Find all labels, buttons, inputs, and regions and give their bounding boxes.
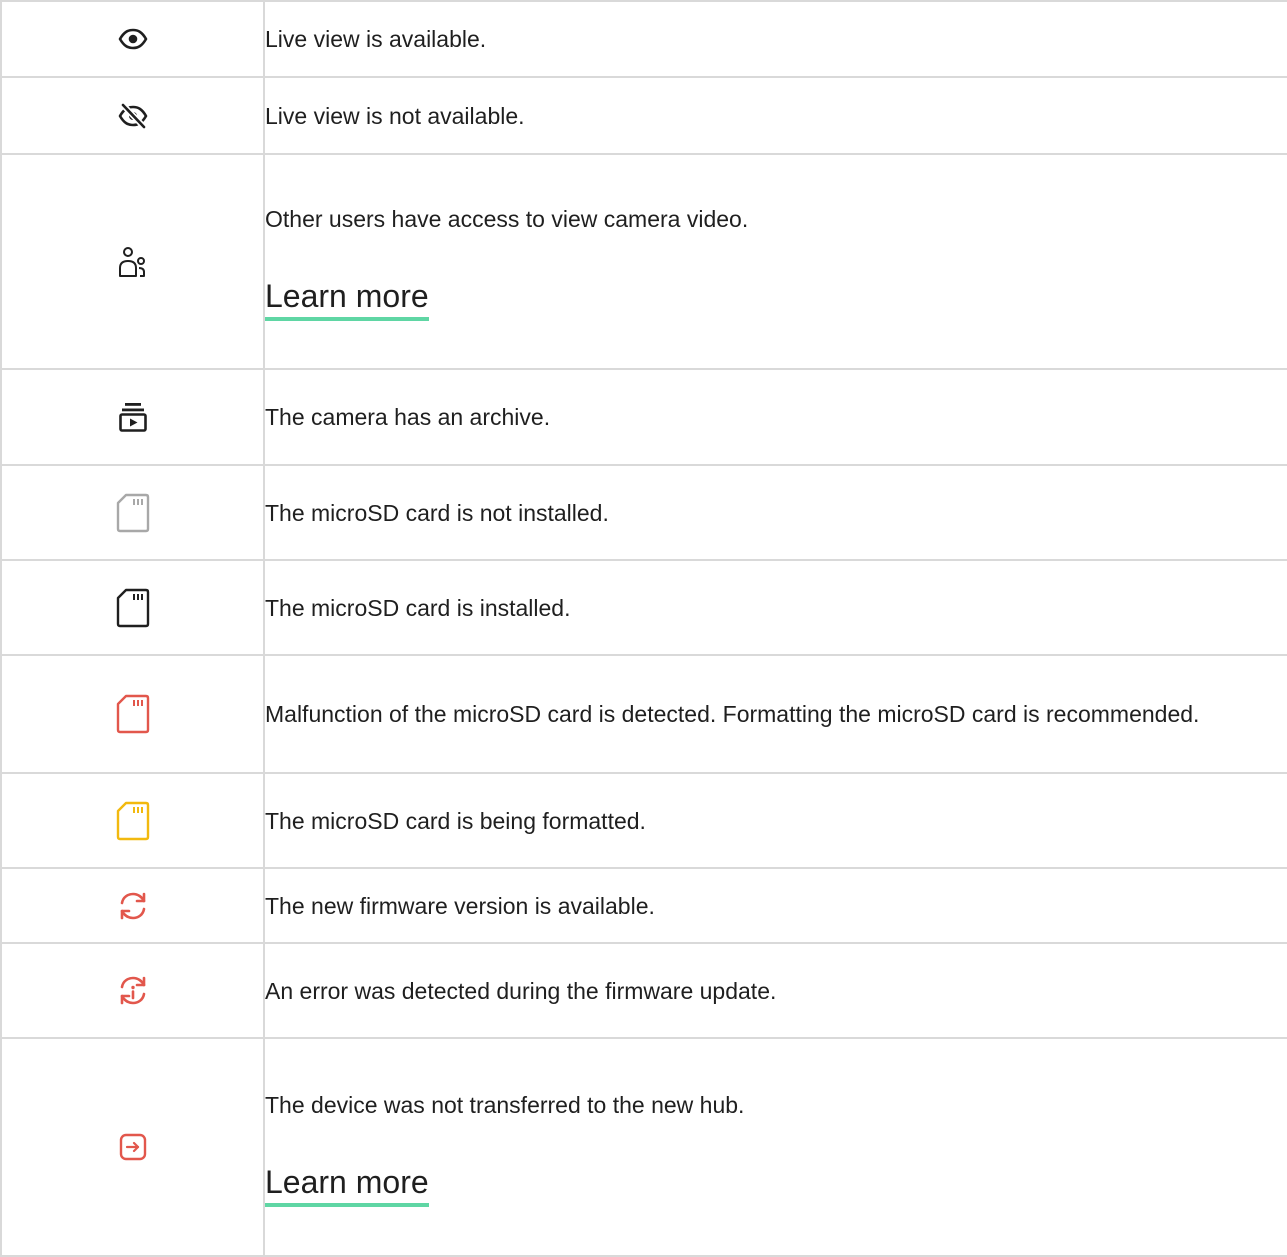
description-text: Live view is available. bbox=[265, 26, 487, 52]
description-cell: The microSD card is not installed. bbox=[263, 464, 1287, 561]
sd-card-black-icon bbox=[116, 588, 150, 628]
icon-cell bbox=[0, 559, 265, 656]
table-row: Malfunction of the microSD card is detec… bbox=[0, 654, 1287, 774]
description-text: The microSD card is being formatted. bbox=[265, 807, 646, 834]
description-cell: An error was detected during the firmwar… bbox=[263, 942, 1287, 1039]
description-text: The device was not transferred to the ne… bbox=[265, 1091, 745, 1118]
description-cell: The microSD card is installed. bbox=[263, 559, 1287, 656]
sd-card-gray-icon bbox=[116, 493, 150, 533]
table-row: The microSD card is being formatted. bbox=[0, 772, 1287, 869]
description-text: The camera has an archive. bbox=[265, 404, 551, 430]
update-error-icon bbox=[117, 975, 149, 1007]
description-cell: Other users have access to view camera v… bbox=[263, 153, 1287, 370]
icon-cell bbox=[0, 464, 265, 561]
description-cell: The microSD card is being formatted. bbox=[263, 772, 1287, 869]
icon-cell bbox=[0, 76, 265, 155]
description-cell: The device was not transferred to the ne… bbox=[263, 1037, 1287, 1257]
eye-off-icon bbox=[118, 102, 148, 130]
description-cell: Live view is not available. bbox=[263, 76, 1287, 155]
users-icon bbox=[118, 246, 147, 278]
archive-icon bbox=[118, 402, 147, 432]
transfer-icon bbox=[119, 1133, 147, 1161]
icon-cell bbox=[0, 1037, 265, 1257]
table-row: Live view is not available. bbox=[0, 76, 1287, 155]
table-row: An error was detected during the firmwar… bbox=[0, 942, 1287, 1039]
description-cell: Malfunction of the microSD card is detec… bbox=[263, 654, 1287, 774]
icon-cell bbox=[0, 867, 265, 944]
description-text: The microSD card is installed. bbox=[265, 594, 571, 621]
icon-cell bbox=[0, 153, 265, 370]
learn-more-link[interactable]: Learn more bbox=[265, 1162, 429, 1207]
description-text: Malfunction of the microSD card is detec… bbox=[265, 701, 1200, 727]
table-row: The microSD card is not installed. bbox=[0, 464, 1287, 561]
learn-more-link[interactable]: Learn more bbox=[265, 276, 429, 321]
icon-legend-table: Live view is available. Live view is not… bbox=[0, 0, 1287, 1257]
table-row: The device was not transferred to the ne… bbox=[0, 1037, 1287, 1257]
table-row: The microSD card is installed. bbox=[0, 559, 1287, 656]
table-row: The camera has an archive. bbox=[0, 368, 1287, 466]
eye-icon bbox=[118, 28, 148, 50]
table-row: Live view is available. bbox=[0, 0, 1287, 78]
sd-card-yellow-icon bbox=[116, 801, 150, 841]
description-text: Other users have access to view camera v… bbox=[265, 206, 749, 232]
table-row: The new firmware version is available. bbox=[0, 867, 1287, 944]
icon-cell bbox=[0, 654, 265, 774]
description-text: The microSD card is not installed. bbox=[265, 499, 609, 526]
description-cell: The new firmware version is available. bbox=[263, 867, 1287, 944]
description-text: An error was detected during the firmwar… bbox=[265, 977, 777, 1004]
icon-cell bbox=[0, 368, 265, 466]
table-row: Other users have access to view camera v… bbox=[0, 153, 1287, 370]
description-cell: Live view is available. bbox=[263, 0, 1287, 78]
description-text: The new firmware version is available. bbox=[265, 892, 655, 919]
sd-card-red-icon bbox=[116, 694, 150, 734]
refresh-icon bbox=[117, 891, 149, 921]
icon-cell bbox=[0, 0, 265, 78]
description-cell: The camera has an archive. bbox=[263, 368, 1287, 466]
icon-cell bbox=[0, 772, 265, 869]
icon-cell bbox=[0, 942, 265, 1039]
description-text: Live view is not available. bbox=[265, 102, 525, 129]
